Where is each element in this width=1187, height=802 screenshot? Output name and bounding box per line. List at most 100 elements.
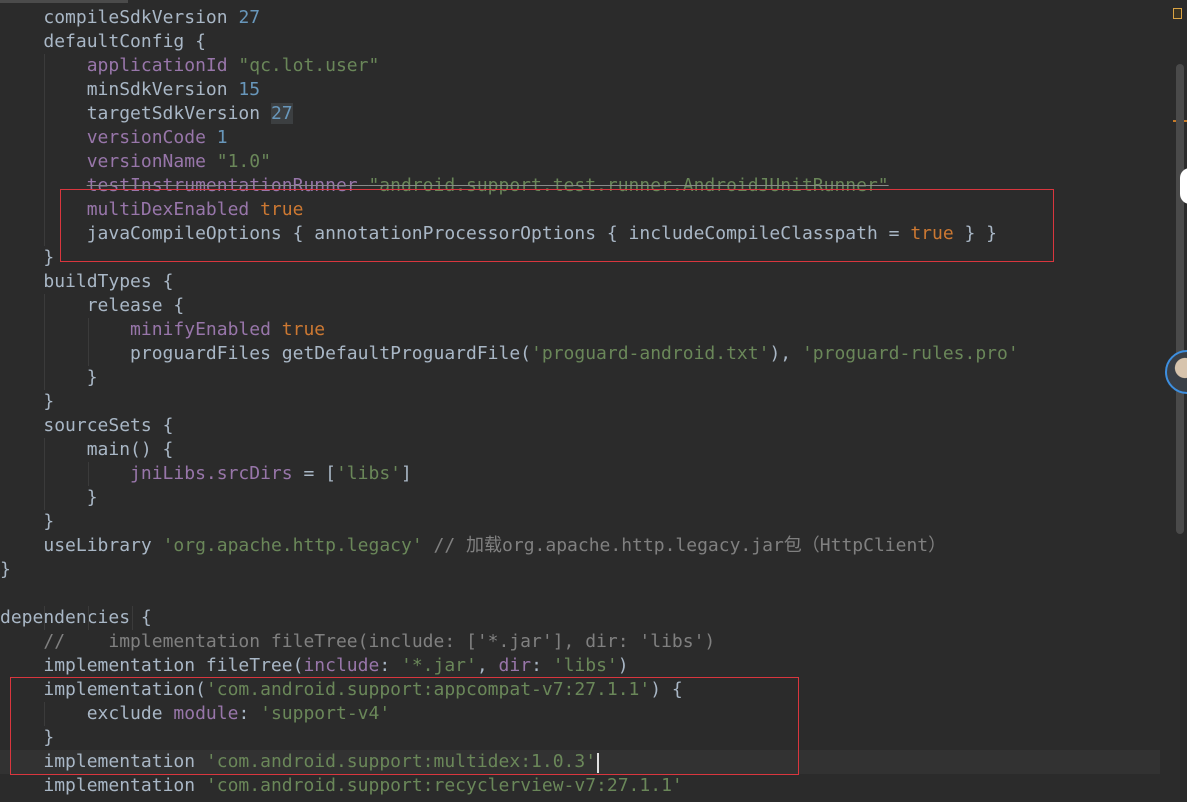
code-token: ), (769, 343, 802, 364)
code-token: } (43, 511, 55, 532)
code-token: proguardFiles getDefaultProguardFile( (130, 343, 532, 364)
code-token: true (281, 319, 326, 340)
code-token: "android.support.test.runner.AndroidJUni… (368, 175, 889, 196)
code-line[interactable]: } (0, 510, 1160, 534)
code-editor[interactable]: compileSdkVersion 27 defaultConfig { app… (0, 0, 1187, 802)
vertical-scrollbar[interactable] (1173, 0, 1187, 802)
code-line[interactable]: applicationId "qc.lot.user" (0, 54, 1160, 78)
code-line[interactable]: jniLibs.srcDirs = ['libs'] (0, 462, 1160, 486)
code-token: jniLibs.srcDirs (130, 463, 293, 484)
code-line[interactable]: } (0, 726, 1160, 750)
code-line[interactable]: } (0, 246, 1160, 270)
code-token: implementation fileTree( (43, 655, 304, 676)
indent-guide (88, 606, 90, 630)
code-token: exclude (86, 703, 174, 724)
editor-tab-edge (0, 0, 128, 3)
code-line[interactable]: } (0, 390, 1160, 414)
code-token: } (43, 727, 55, 748)
code-line[interactable]: javaCompileOptions { annotationProcessor… (0, 222, 1160, 246)
code-token: : (379, 655, 401, 676)
code-line[interactable]: // implementation fileTree(include: ['*.… (0, 630, 1160, 654)
code-line[interactable]: defaultConfig { (0, 30, 1160, 54)
code-token: minSdkVersion (86, 79, 239, 100)
code-line[interactable]: exclude module: 'support-v4' (0, 702, 1160, 726)
code-token: dependencies { (0, 607, 152, 628)
code-line[interactable]: targetSdkVersion 27 (0, 102, 1160, 126)
indent-guide (44, 318, 46, 342)
scrollbar-thumb[interactable] (1176, 64, 1184, 534)
code-line[interactable]: minifyEnabled true (0, 318, 1160, 342)
code-line[interactable]: minSdkVersion 15 (0, 78, 1160, 102)
code-area[interactable]: compileSdkVersion 27 defaultConfig { app… (0, 6, 1160, 798)
code-line[interactable]: sourceSets { (0, 414, 1160, 438)
indent-guide (44, 438, 46, 462)
indent-guide (44, 486, 46, 510)
code-line[interactable] (0, 582, 1160, 606)
code-token: targetSdkVersion (86, 103, 271, 124)
code-line[interactable]: implementation fileTree(include: '*.jar'… (0, 654, 1160, 678)
code-token: 'com.android.support:appcompat-v7:27.1.1… (205, 679, 651, 700)
code-token: 1 (216, 127, 228, 148)
indent-guide (88, 318, 90, 342)
indent-guide (44, 198, 46, 222)
code-line[interactable]: useLibrary 'org.apache.http.legacy' // 加… (0, 534, 1160, 558)
code-line[interactable]: multiDexEnabled true (0, 198, 1160, 222)
indent-guide (44, 126, 46, 150)
indent-guide (44, 102, 46, 126)
code-line[interactable]: compileSdkVersion 27 (0, 6, 1160, 30)
code-token: include (303, 655, 380, 676)
code-line[interactable]: implementation('com.android.support:appc… (0, 678, 1160, 702)
code-line[interactable]: main() { (0, 438, 1160, 462)
code-line[interactable]: dependencies { (0, 606, 1160, 630)
code-line[interactable]: testInstrumentationRunner "android.suppo… (0, 174, 1160, 198)
code-token: buildTypes { (43, 271, 174, 292)
code-token: defaultConfig { (43, 31, 206, 52)
code-line[interactable]: } (0, 486, 1160, 510)
code-line[interactable]: versionCode 1 (0, 126, 1160, 150)
code-line[interactable]: release { (0, 294, 1160, 318)
code-token: } (43, 247, 55, 268)
code-token: implementation (43, 775, 206, 796)
code-token: ] (401, 463, 412, 484)
code-token: dir (498, 655, 532, 676)
code-token: javaCompileOptions { annotationProcessor… (86, 223, 911, 244)
code-token: true (260, 199, 304, 220)
code-token: versionCode (86, 127, 217, 148)
indent-guide (44, 462, 46, 486)
indent-guide (44, 606, 46, 630)
indent-guide (44, 342, 46, 366)
user-avatar-icon[interactable] (1165, 350, 1187, 394)
code-token: multiDexEnabled (86, 199, 261, 220)
code-line[interactable]: buildTypes { (0, 270, 1160, 294)
code-line[interactable]: } (0, 366, 1160, 390)
code-line[interactable]: versionName "1.0" (0, 150, 1160, 174)
code-token: } (43, 391, 55, 412)
code-line[interactable]: implementation 'com.android.support:recy… (0, 774, 1160, 798)
code-line[interactable]: } (0, 558, 1160, 582)
code-token: '*.jar' (401, 655, 477, 676)
code-token: : (238, 703, 261, 724)
code-token: implementation( (43, 679, 206, 700)
code-line[interactable]: proguardFiles getDefaultProguardFile('pr… (0, 342, 1160, 366)
code-token: testInstrumentationRunner (86, 175, 369, 196)
indent-guide (88, 462, 90, 486)
code-token: main() { (86, 439, 174, 460)
code-token: "qc.lot.user" (238, 55, 380, 76)
code-token: release { (86, 295, 185, 316)
error-stripe-icon[interactable] (1173, 8, 1182, 19)
code-line[interactable]: implementation 'com.android.support:mult… (0, 750, 1160, 774)
indent-guide (44, 174, 46, 198)
code-token: 'org.apache.http.legacy' (162, 535, 423, 556)
indent-guide (44, 222, 46, 246)
code-token: module (173, 703, 239, 724)
floating-panel-edge[interactable] (1180, 168, 1187, 204)
